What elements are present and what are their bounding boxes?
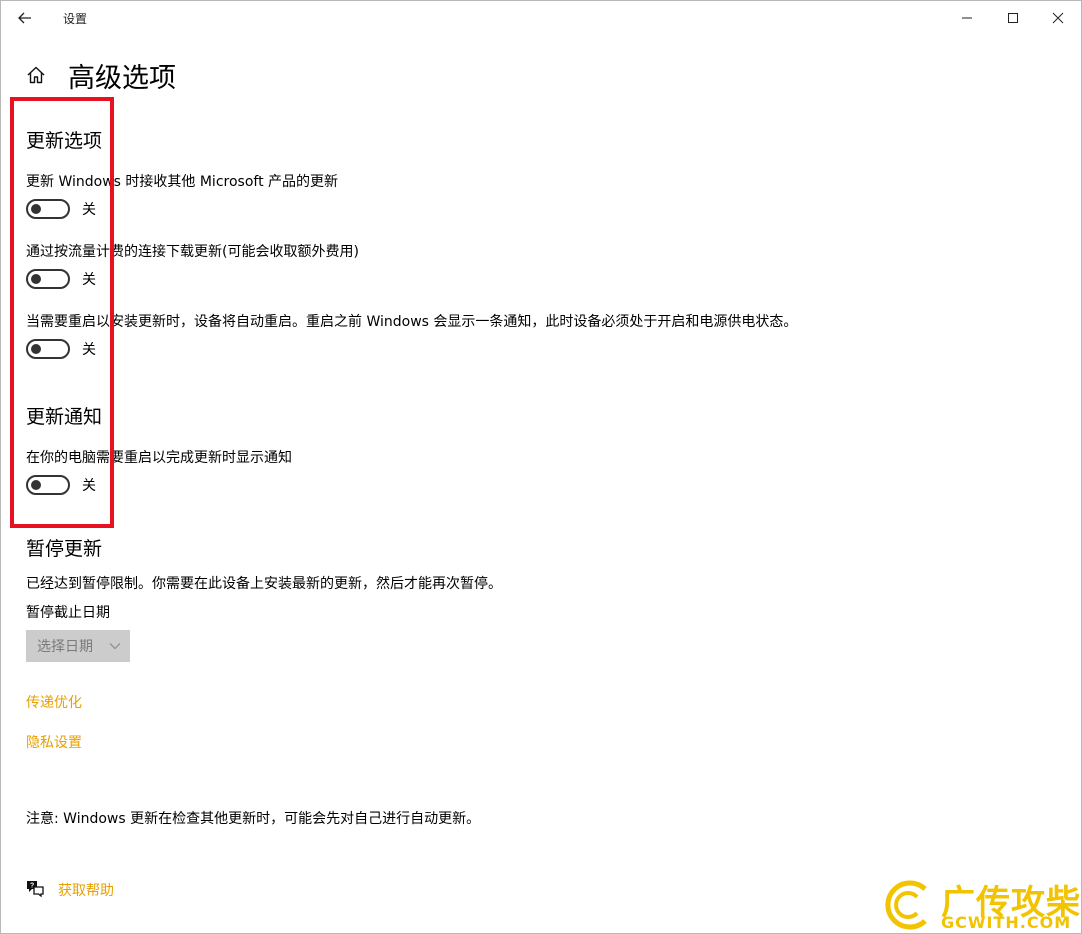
watermark: 广传攻柴 GCWITH.COM xyxy=(881,877,1081,933)
delivery-optimization-link[interactable]: 传递优化 xyxy=(26,692,82,712)
toggle-state: 关 xyxy=(82,478,96,494)
toggle-auto-restart[interactable] xyxy=(26,339,70,359)
pause-date-select-value: 选择日期 xyxy=(37,639,93,655)
toggle-state: 关 xyxy=(82,342,96,358)
toggle-state: 关 xyxy=(82,272,96,288)
toggle-row-metered: 关 xyxy=(26,268,96,290)
maximize-button[interactable] xyxy=(990,1,1036,35)
update-options-heading: 更新选项 xyxy=(26,130,103,152)
toggle-label-other-products: 更新 Windows 时接收其他 Microsoft 产品的更新 xyxy=(26,174,339,190)
minimize-button[interactable] xyxy=(944,1,990,35)
settings-window: 设置 高级选项 更新选项 更新 Windows 时接收其他 Microsoft … xyxy=(0,0,1082,934)
title-bar: 设置 xyxy=(1,1,1081,35)
privacy-settings-link[interactable]: 隐私设置 xyxy=(26,732,82,752)
close-button[interactable] xyxy=(1035,1,1081,35)
help-icon[interactable]: ? xyxy=(25,879,45,898)
watermark-logo-icon xyxy=(885,880,927,930)
toggle-row-auto-restart: 关 xyxy=(26,338,96,360)
get-help-link[interactable]: 获取帮助 xyxy=(58,880,114,900)
page-title: 高级选项 xyxy=(68,63,176,94)
toggle-knob xyxy=(31,274,41,284)
toggle-knob xyxy=(31,480,41,490)
toggle-metered[interactable] xyxy=(26,269,70,289)
self-update-note: 注意: Windows 更新在检查其他更新时，可能会先对自己进行自动更新。 xyxy=(26,811,481,827)
toggle-knob xyxy=(31,204,41,214)
toggle-label-metered: 通过按流量计费的连接下载更新(可能会收取额外费用) xyxy=(26,244,359,260)
toggle-row-other-products: 关 xyxy=(26,198,96,220)
toggle-label-restart-notification: 在你的电脑需要重启以完成更新时显示通知 xyxy=(26,450,292,466)
toggle-knob xyxy=(31,344,41,354)
watermark-text-en: GCWITH.COM xyxy=(941,913,1072,932)
home-button[interactable] xyxy=(25,64,47,86)
pause-date-select[interactable]: 选择日期 xyxy=(26,630,130,662)
pause-limit-message: 已经达到暂停限制。你需要在此设备上安装最新的更新，然后才能再次暂停。 xyxy=(26,576,502,592)
chevron-down-icon xyxy=(109,643,121,650)
pause-updates-heading: 暂停更新 xyxy=(26,538,103,560)
pause-date-label: 暂停截止日期 xyxy=(26,605,110,621)
window-title: 设置 xyxy=(63,12,88,26)
toggle-restart-notification[interactable] xyxy=(26,475,70,495)
update-notifications-heading: 更新通知 xyxy=(26,406,103,428)
toggle-label-auto-restart: 当需要重启以安装更新时，设备将自动重启。重启之前 Windows 会显示一条通知… xyxy=(26,314,798,330)
toggle-other-products[interactable] xyxy=(26,199,70,219)
close-icon xyxy=(1052,12,1064,24)
toggle-state: 关 xyxy=(82,202,96,218)
home-icon xyxy=(27,66,45,84)
maximize-icon xyxy=(1008,13,1018,23)
back-button[interactable] xyxy=(11,5,39,31)
minimize-icon xyxy=(962,17,972,19)
back-arrow-icon xyxy=(18,12,31,24)
svg-text:?: ? xyxy=(30,883,34,890)
toggle-row-restart-notification: 关 xyxy=(26,474,96,496)
